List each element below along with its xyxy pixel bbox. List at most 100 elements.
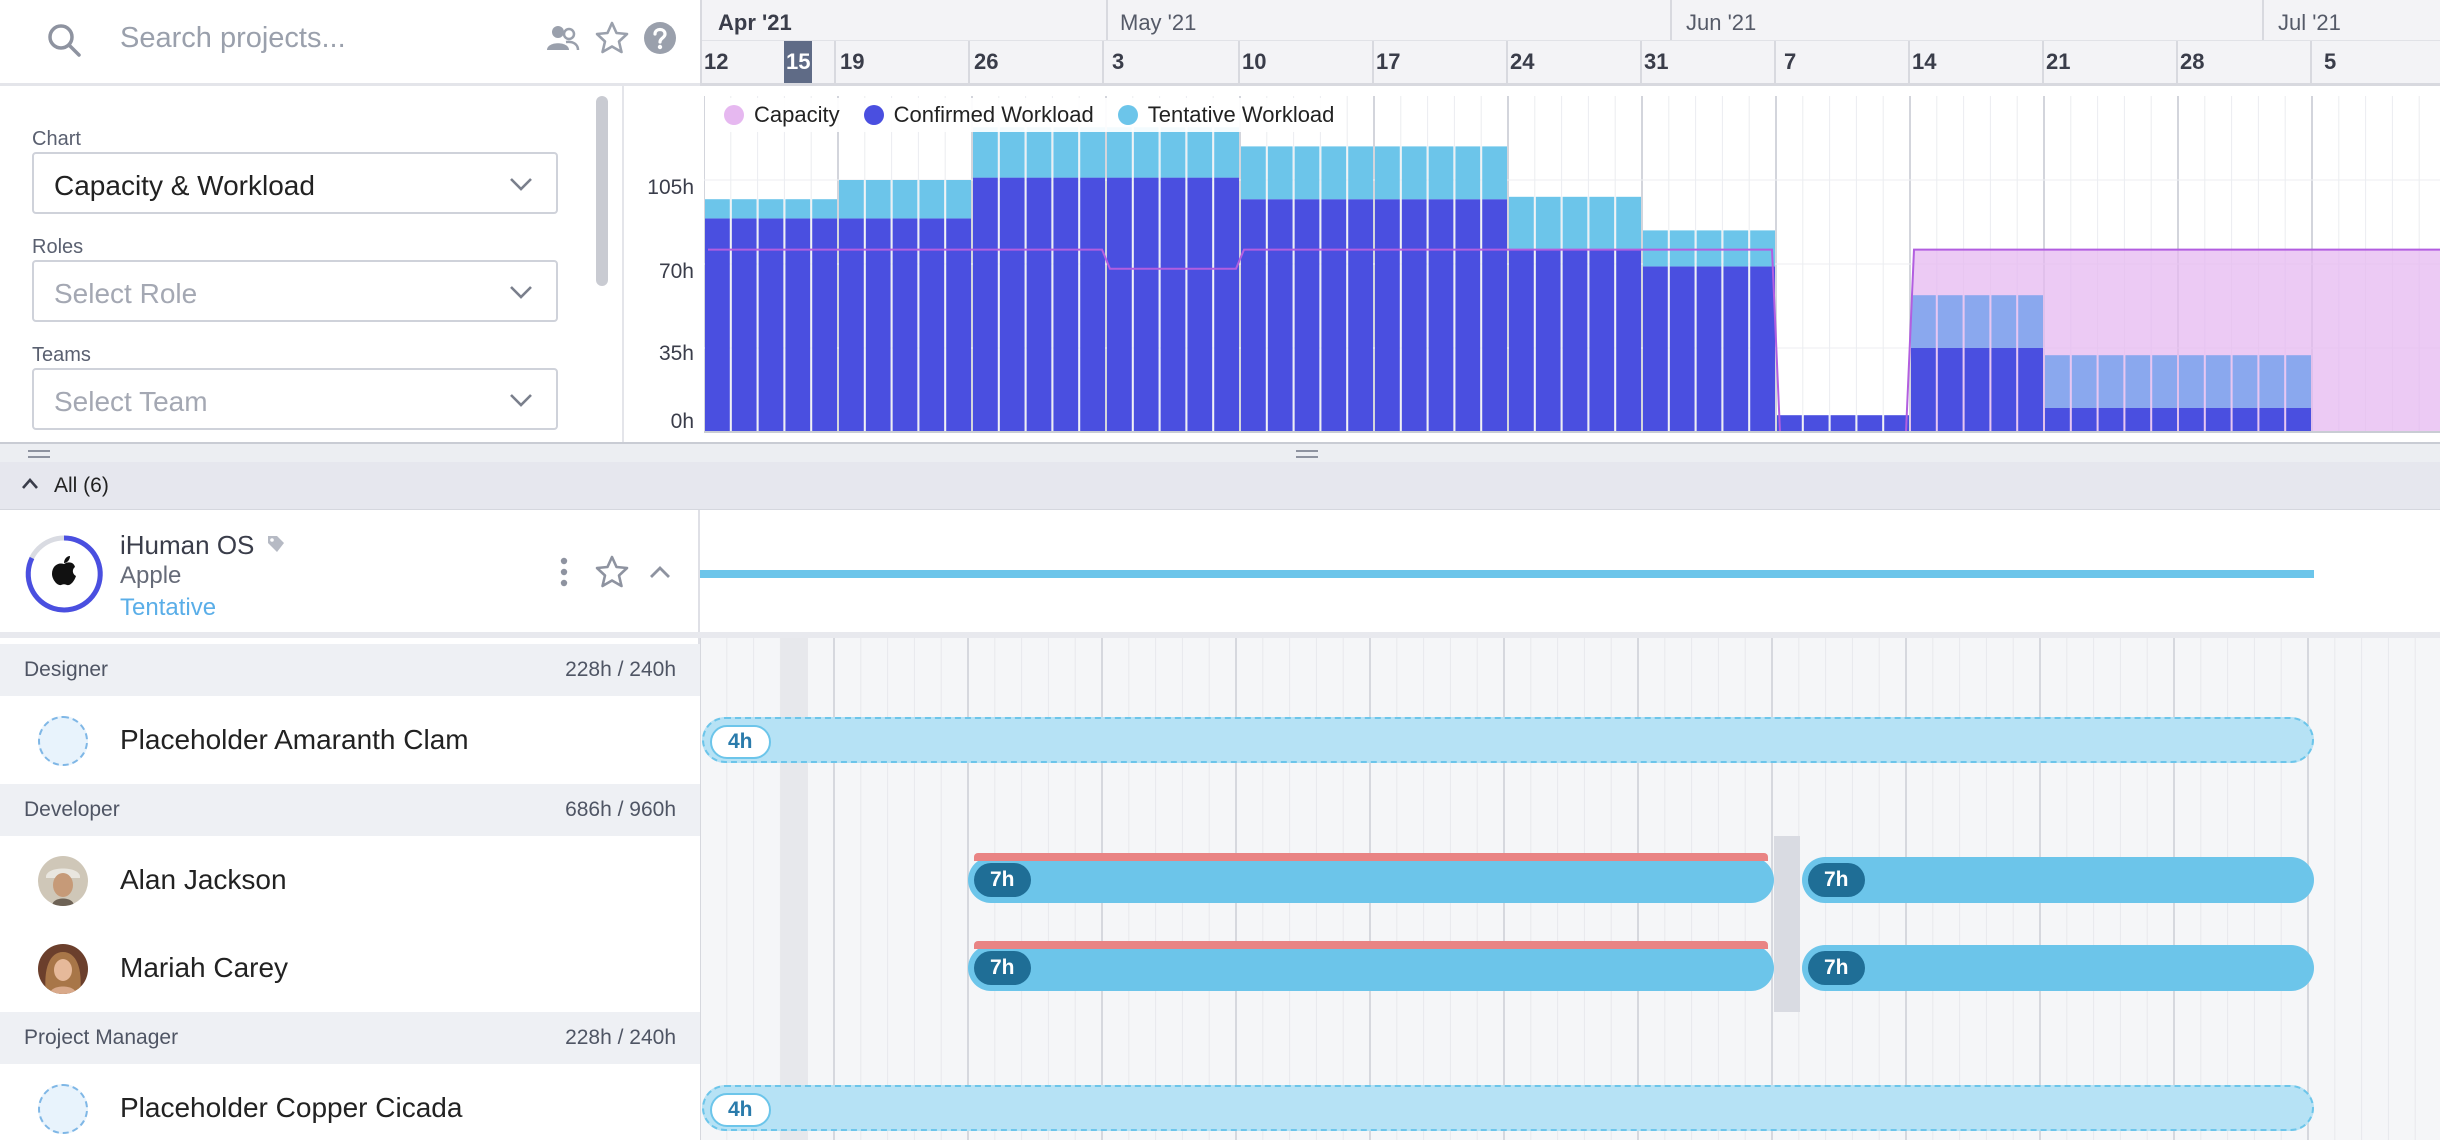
- tentative-bar: [1428, 146, 1454, 200]
- team-select[interactable]: Select Team: [32, 368, 558, 430]
- overallocation-indicator: [974, 853, 1768, 861]
- project-name[interactable]: iHuman OS: [120, 530, 254, 561]
- legend-label: Capacity: [754, 102, 840, 127]
- star-icon[interactable]: [594, 20, 630, 56]
- teams-label: Teams: [32, 344, 91, 366]
- assignment-bar[interactable]: 7h: [1802, 945, 2314, 991]
- week-label[interactable]: 17: [1376, 49, 1400, 75]
- confirmed-bar: [1696, 266, 1722, 432]
- roles-label: Roles: [32, 236, 84, 258]
- person-row[interactable]: Placeholder Copper Cicada: [0, 1064, 700, 1140]
- confirmed-bar: [1053, 177, 1079, 432]
- resize-divider[interactable]: [0, 442, 2440, 462]
- week-label[interactable]: 24: [1510, 49, 1534, 75]
- group-header[interactable]: All (6): [0, 462, 2440, 510]
- role-select[interactable]: Select Role: [32, 260, 558, 322]
- resize-handle-icon[interactable]: [28, 450, 50, 458]
- confirmed-bar: [2232, 408, 2258, 432]
- tentative-bar: [1964, 295, 1990, 348]
- confirmed-bar: [1669, 266, 1695, 432]
- chart-controls: Chart Capacity & Workload Roles Select R…: [0, 86, 622, 442]
- legend-item[interactable]: Capacity: [724, 102, 840, 128]
- legend-item[interactable]: Confirmed Workload: [863, 102, 1094, 128]
- hours-pill: 7h: [1808, 863, 1865, 897]
- chart-legend: Capacity Confirmed Workload Tentative Wo…: [712, 98, 1347, 132]
- chart-select[interactable]: Capacity & Workload: [32, 152, 558, 214]
- confirmed-bar: [1535, 249, 1561, 432]
- assignment-bar[interactable]: 7h: [968, 941, 1774, 991]
- confirmed-bar: [2018, 348, 2043, 432]
- person-row[interactable]: Mariah Carey: [0, 924, 700, 1012]
- week-label[interactable]: 14: [1912, 49, 1936, 75]
- search-input[interactable]: Search projects...: [120, 22, 346, 55]
- confirmed-bar: [1026, 177, 1052, 432]
- scrollbar-thumb[interactable]: [596, 96, 608, 286]
- assignment-bar[interactable]: 7h: [968, 853, 1774, 903]
- confirmed-bar: [2098, 408, 2124, 432]
- assignment-bar[interactable]: 7h: [1802, 857, 2314, 903]
- hours-pill: 4h: [710, 1093, 771, 1127]
- confirmed-bar: [1455, 199, 1481, 432]
- person-name[interactable]: Mariah Carey: [120, 952, 288, 984]
- tentative-bar: [2259, 355, 2285, 408]
- tentative-bar: [731, 199, 757, 219]
- week-label[interactable]: 5: [2324, 49, 2336, 75]
- week-label[interactable]: 28: [2180, 49, 2204, 75]
- tentative-bar: [2125, 355, 2151, 408]
- week-label[interactable]: 21: [2046, 49, 2070, 75]
- hours-pill: 4h: [710, 725, 771, 759]
- project-track: [700, 510, 2440, 638]
- legend-label: Tentative Workload: [1147, 102, 1335, 127]
- search-icon[interactable]: [46, 22, 82, 58]
- help-icon[interactable]: [642, 20, 678, 56]
- confirmed-bar: [2205, 408, 2231, 432]
- chevron-up-icon[interactable]: [642, 554, 678, 590]
- role-hours: 686h / 960h: [565, 798, 676, 821]
- tentative-bar: [1241, 146, 1266, 200]
- week-label[interactable]: 3: [1112, 49, 1124, 75]
- person-row[interactable]: Alan Jackson: [0, 836, 700, 924]
- tentative-bar: [1053, 127, 1079, 178]
- legend-item[interactable]: Tentative Workload: [1117, 102, 1335, 128]
- project-row[interactable]: iHuman OS Apple Tentative: [0, 510, 700, 638]
- week-label[interactable]: 26: [974, 49, 998, 75]
- week-label[interactable]: 19: [840, 49, 864, 75]
- person-name[interactable]: Alan Jackson: [120, 864, 287, 896]
- week-label[interactable]: 31: [1644, 49, 1668, 75]
- month-label: May '21: [1120, 10, 1197, 35]
- chart-plot: [704, 96, 2440, 433]
- more-options-icon[interactable]: [546, 554, 582, 590]
- tentative-bar: [2098, 355, 2124, 408]
- week-label[interactable]: 10: [1242, 49, 1266, 75]
- controls-scrollbar[interactable]: [592, 96, 610, 432]
- person-name[interactable]: Placeholder Copper Cicada: [120, 1092, 462, 1124]
- assignment-bar[interactable]: 4h: [702, 1085, 2314, 1131]
- confirmed-bar: [1937, 348, 1963, 432]
- confirmed-bar: [1428, 199, 1454, 432]
- chevron-up-icon[interactable]: [20, 476, 40, 492]
- avatar: [38, 856, 88, 906]
- person-row[interactable]: Placeholder Amaranth Clam: [0, 696, 700, 784]
- tentative-bar: [1267, 146, 1293, 200]
- confirmed-bar: [1482, 199, 1507, 432]
- team-select-placeholder: Select Team: [54, 386, 208, 417]
- star-icon[interactable]: [594, 554, 630, 590]
- legend-label: Confirmed Workload: [893, 102, 1094, 127]
- project-duration-bar[interactable]: [700, 570, 2314, 578]
- people-icon[interactable]: [544, 20, 580, 56]
- resize-handle-icon[interactable]: [1296, 450, 1318, 458]
- tentative-bar: [999, 127, 1025, 178]
- tentative-bar: [2152, 355, 2177, 408]
- avatar: [38, 944, 88, 994]
- confirmed-bar: [1348, 199, 1373, 432]
- confirmed-bar: [2259, 408, 2285, 432]
- week-label[interactable]: 7: [1784, 49, 1796, 75]
- tentative-bar: [1455, 146, 1481, 200]
- person-name[interactable]: Placeholder Amaranth Clam: [120, 724, 469, 756]
- tag-icon[interactable]: [266, 534, 286, 554]
- week-label[interactable]: 12: [704, 49, 728, 75]
- tentative-bar: [1589, 196, 1615, 250]
- tentative-bar: [1348, 146, 1373, 200]
- today-marker[interactable]: 15: [784, 41, 813, 83]
- assignment-bar[interactable]: 4h: [702, 717, 2314, 763]
